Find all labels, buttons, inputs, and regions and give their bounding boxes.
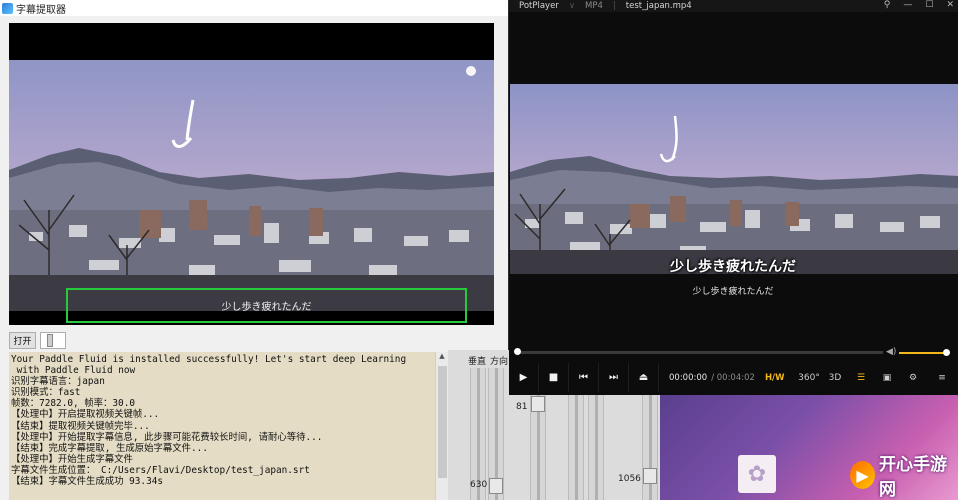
scroll-up-icon[interactable]: ▲ (436, 352, 448, 364)
volume-icon[interactable]: ◀) (886, 347, 896, 357)
video-preview: 少し歩き疲れたんだ (9, 23, 494, 325)
subtitle-detection-box[interactable]: 少し歩き疲れたんだ (66, 288, 467, 323)
eject-icon[interactable]: ⏏ (629, 363, 659, 392)
slider-2-thumb[interactable] (489, 478, 503, 494)
log-line: Your Paddle Fluid is installed successfu… (11, 354, 407, 365)
stop-icon[interactable]: ■ (539, 363, 569, 392)
secondary-subtitle: 少し歩き疲れたんだ (692, 287, 774, 297)
frame-slider[interactable] (40, 332, 66, 349)
log-line: 识别模式：fast (11, 387, 81, 399)
watermark-logo-icon: ▶ (850, 461, 876, 489)
volume-bar[interactable] (899, 349, 950, 356)
close-icon[interactable]: ✕ (946, 0, 954, 10)
potplayer-video-frame[interactable] (510, 84, 958, 274)
3d-button[interactable]: 3D (822, 363, 848, 392)
site-watermark: ▶ 开心手游网 (850, 455, 955, 500)
log-scrollbar-thumb[interactable] (438, 366, 447, 478)
seek-bar[interactable] (514, 348, 883, 355)
video-frame (9, 60, 494, 311)
vertical-slider-4[interactable] (568, 390, 584, 500)
play-icon[interactable]: ▶ (509, 363, 539, 392)
anime-avatar-icon[interactable]: ✿ (738, 455, 776, 493)
detected-subtitle-text: 少し歩き疲れたんだ (221, 302, 312, 313)
hw-decode-toggle[interactable]: H/W (765, 373, 785, 383)
log-line: 【处理中】开始生成字幕文件 (11, 453, 133, 465)
frame-slider-thumb[interactable] (47, 334, 53, 347)
log-line: 字幕文件生成位置： C:/Users/Flavi/Desktop/test_ja… (11, 464, 310, 476)
slider-value-1056: 1056 (618, 474, 641, 484)
vertical-slider-6[interactable] (642, 390, 658, 500)
left-window-title: 字幕提取器 (16, 4, 66, 16)
volume-knob[interactable] (943, 349, 950, 356)
potplayer-window: PotPlayer ∨ MP4 | test_japan.mp4 ⚲ — ☐ ✕ (509, 0, 958, 395)
left-title-bar[interactable]: 字幕提取器 (0, 0, 508, 16)
title-separator: | (612, 1, 616, 11)
desktop-background: ✿ ▶ 开心手游网 (660, 395, 958, 500)
watermark-text: 开心手游网 (879, 455, 948, 500)
total-time: / 00:04:02 (711, 372, 755, 383)
slider-6-thumb[interactable] (643, 468, 657, 484)
app-icon (2, 2, 13, 14)
format-label: MP4 (585, 1, 603, 11)
vertical-slider-5[interactable] (588, 390, 604, 500)
log-line: 【结束】完成字幕提取, 生成原始字幕文件... (11, 442, 208, 454)
current-time: 00:00:00 (669, 372, 708, 383)
right-controls: 360° 3D ☰ ▣ ⚙ ≡ (796, 363, 958, 392)
pin-icon[interactable]: ⚲ (884, 0, 891, 10)
log-line: 【处理中】开始提取字幕信息, 此步骤可能花费较长时间, 请耐心等待... (11, 431, 323, 443)
slider-value-81: 81 (516, 402, 528, 412)
next-icon[interactable]: ⏭ (599, 363, 629, 392)
slider-3-thumb[interactable] (531, 396, 545, 412)
minimize-icon[interactable]: — (903, 0, 912, 10)
log-line: 【处理中】开启提取视频关键帧... (11, 409, 160, 421)
video-subtitle-overlay: 少し歩き疲れたんだ (670, 259, 796, 275)
slider-value-630: 630 (470, 480, 488, 490)
title-separator: ∨ (568, 1, 576, 11)
file-name: test_japan.mp4 (625, 1, 692, 11)
potplayer-title-bar[interactable]: PotPlayer ∨ MP4 | test_japan.mp4 ⚲ — ☐ ✕ (509, 0, 958, 12)
vertical-slider-3[interactable] (530, 390, 546, 500)
vertical-slider-2[interactable] (488, 368, 504, 500)
direction-label: 方向 (490, 357, 509, 367)
left-controls: 打开 (9, 332, 66, 349)
potplayer-app-name[interactable]: PotPlayer (519, 1, 559, 11)
log-line: 【结束】字幕文件生成成功 93.34s (11, 476, 164, 488)
log-output: Your Paddle Fluid is installed successfu… (9, 352, 435, 500)
open-button[interactable]: 打开 (9, 332, 36, 349)
vertical-label: 垂直 (468, 357, 487, 367)
window-buttons: ⚲ — ☐ ✕ (884, 0, 954, 10)
log-line: 【结束】提取视频关键帧完毕... (11, 420, 150, 432)
log-scrollbar[interactable]: ▲ (435, 352, 448, 500)
log-line: with Paddle Fluid now (11, 365, 136, 377)
subtitle-extractor-window: 字幕提取器 少し歩き疲れたんだ 打开 Your Paddle Fluid is … (0, 0, 508, 500)
maximize-icon[interactable]: ☐ (925, 0, 933, 10)
log-line: 帧数：7282.0, 帧率：30.0 (11, 398, 135, 410)
log-line: 识别字幕语言：japan (11, 376, 105, 388)
seek-knob[interactable] (514, 348, 521, 355)
vr360-button[interactable]: 360° (796, 363, 822, 392)
settings-gear-icon[interactable]: ⚙ (900, 363, 926, 392)
capture-icon[interactable]: ▣ (874, 363, 900, 392)
playback-controls: ▶ ■ ⏮ ⏭ ⏏ 00:00:00 / 00:04:02 H/W 360° 3… (509, 362, 958, 393)
previous-icon[interactable]: ⏮ (569, 363, 599, 392)
subtitle-search-icon[interactable]: ☰ (848, 363, 874, 392)
menu-icon[interactable]: ≡ (926, 363, 958, 392)
